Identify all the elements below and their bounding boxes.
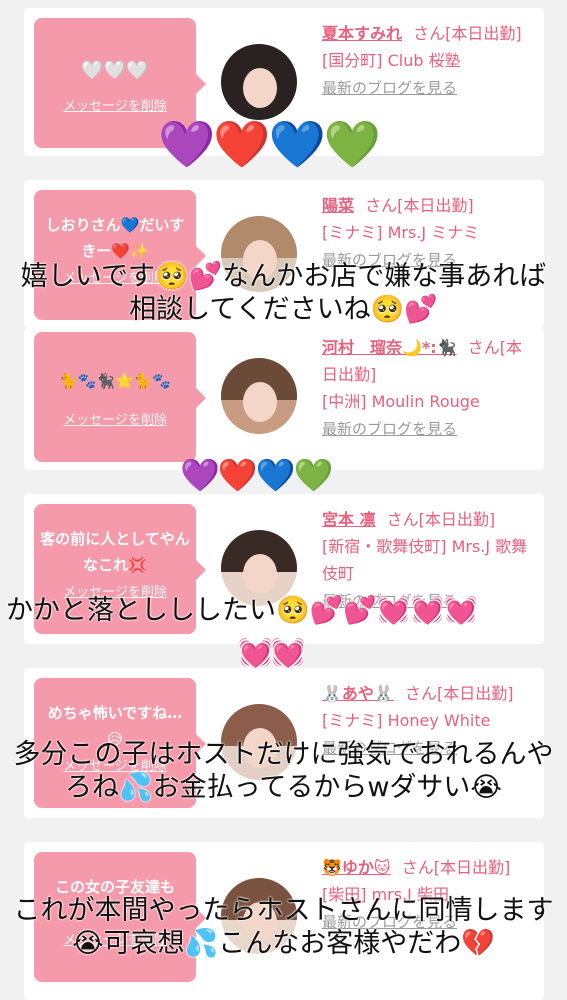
overlay-hearts: 💜❤️💙💚 [180, 456, 333, 494]
cast-status: さん[本日出勤] [386, 510, 496, 529]
blog-link[interactable]: 最新のブログを見る [322, 79, 457, 97]
cast-name-link[interactable]: 夏本すみれ [322, 24, 402, 43]
cast-info: 河村 瑠奈🌙*:🐈‍⬛ さん[本日出勤] [中洲] Moulin Rouge 最… [322, 334, 537, 443]
overlay-comment: かかと落としししたい🥺💕💕💓💓💓 [6, 595, 478, 626]
bubble-message: しおりさん💙だいすきー❤️✨ [45, 216, 185, 260]
cast-status: さん[本日出勤] [413, 24, 522, 43]
favorite-card: 🐈🐾🐈‍⬛⭐🐈🐾 メッセージを削除 河村 瑠奈🌙*:🐈‍⬛ さん[本日出勤] [… [24, 328, 544, 470]
overlay-comment: 嬉しいです🥺💕なんかお店で嫌な事あれば相談してくださいね🥺💕 [20, 261, 547, 325]
delete-message-link[interactable]: メッセージを削除 [34, 409, 196, 428]
cast-status: さん[本日出勤] [404, 684, 514, 703]
bubble-message: 🐈🐾🐈‍⬛⭐🐈🐾 [58, 372, 172, 390]
cast-status: さん[本日出勤] [365, 196, 474, 215]
cast-name-link[interactable]: 🐯ゆか🐱 [322, 858, 391, 877]
overlay-hearts: 💓💓 [238, 636, 306, 669]
cast-info: 夏本すみれ さん[本日出勤] [国分町] Club 桜塾 最新のブログを見る [322, 20, 537, 102]
cast-status: さん[本日出勤] [401, 858, 511, 877]
overlay-comment: これが本間やったらホストさんに同情します😭可哀想💦こんなお客様やだわ💔 [13, 895, 554, 959]
blog-link[interactable]: 最新のブログを見る [322, 420, 457, 438]
overlay-comment: 多分この子はホストだけに強気でおれるんやろね💦お金払ってるからwダサい😭 [13, 739, 554, 803]
delete-message-link[interactable]: メッセージを削除 [34, 95, 196, 114]
cast-name-link[interactable]: 陽菜 [322, 196, 354, 215]
cast-name-link[interactable]: 河村 瑠奈🌙*:🐈‍⬛ [322, 338, 457, 357]
cast-name-link[interactable]: 🐰あや🐰 [322, 684, 394, 703]
shop-name: [ミナミ] Mrs.J ミナミ [322, 223, 480, 242]
overlay-hearts: 💜❤️💙💚 [158, 117, 381, 171]
avatar[interactable] [221, 44, 297, 120]
message-bubble: 🐈🐾🐈‍⬛⭐🐈🐾 メッセージを削除 [34, 332, 206, 462]
avatar[interactable] [221, 358, 297, 434]
shop-name: [国分町] Club 桜塾 [322, 51, 461, 70]
shop-name: [ミナミ] Honey White [322, 711, 491, 730]
bubble-message: 客の前に人としてやんなこれ💢 [40, 530, 190, 574]
shop-name: [中洲] Moulin Rouge [322, 392, 480, 411]
bubble-message: 🤍🤍🤍 [81, 60, 149, 81]
shop-name: [新宿・歌舞伎町] Mrs.J 歌舞伎町 [322, 537, 528, 583]
cast-name-link[interactable]: 宮本 凛 [322, 510, 376, 529]
